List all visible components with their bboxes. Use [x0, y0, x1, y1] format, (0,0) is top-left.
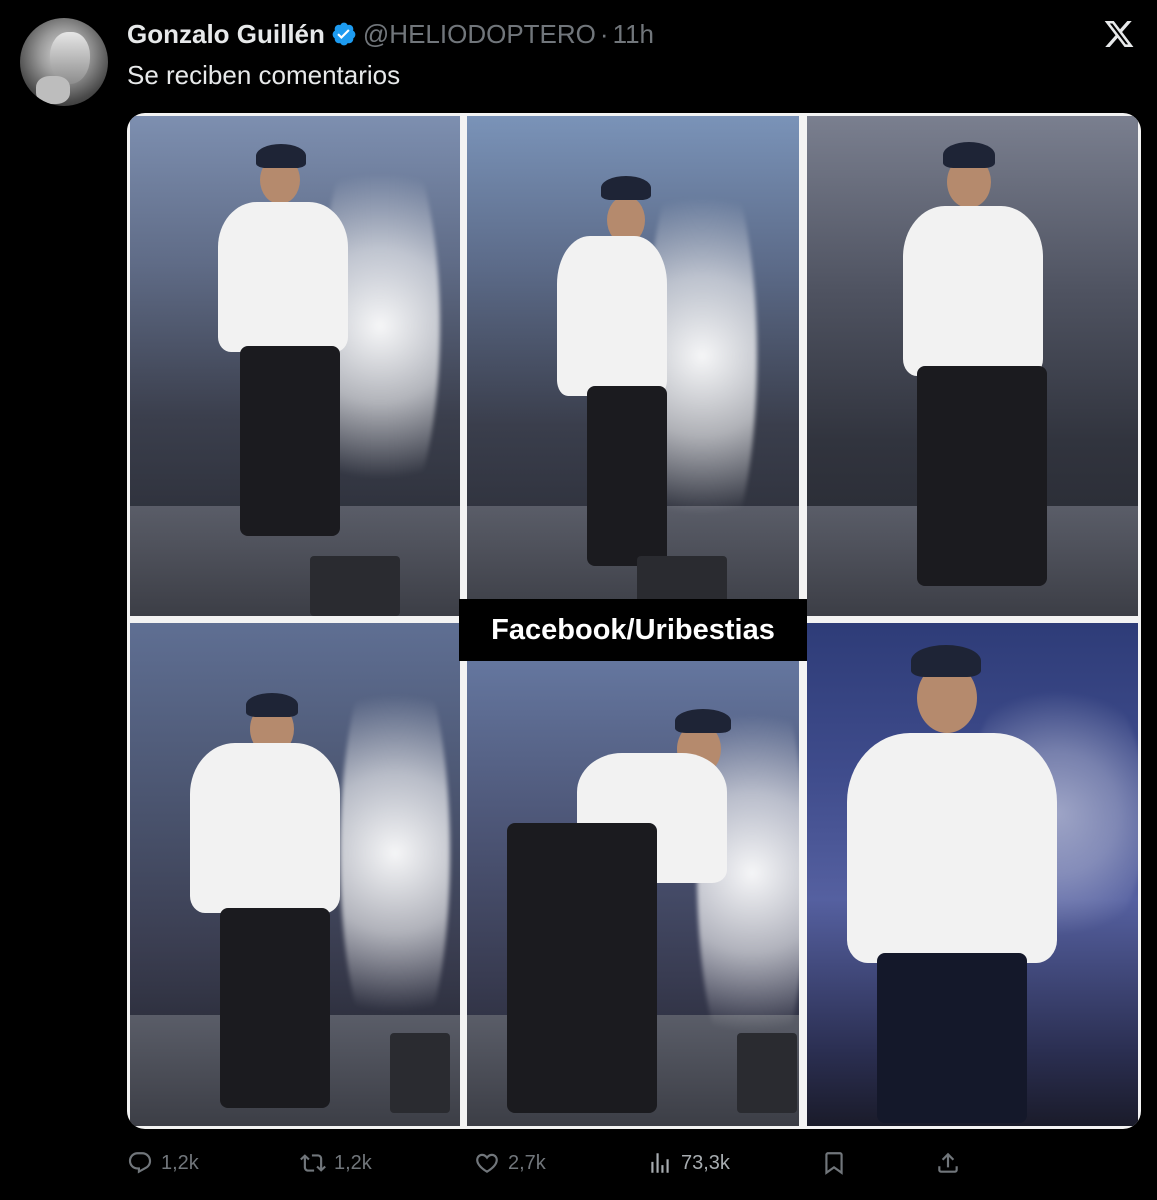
media-watermark: Facebook/Uribestias — [459, 599, 807, 661]
repost-icon — [300, 1154, 326, 1172]
repost-count: 1,2k — [334, 1151, 372, 1174]
photo-6 — [807, 623, 1138, 1126]
sparkler-box — [737, 1033, 797, 1113]
heart-icon — [476, 1153, 498, 1173]
tweet-actions: 1,2k 1,2k 2,7k 73,3k — [127, 1146, 967, 1180]
dancer-cap — [246, 693, 298, 717]
bookmark-icon — [825, 1152, 843, 1175]
photo-3 — [807, 116, 1138, 616]
photo-2 — [467, 116, 799, 616]
dancer-pants — [507, 823, 657, 1113]
model-jacket — [847, 733, 1057, 963]
dancer-cap — [943, 142, 995, 168]
author-name[interactable]: Gonzalo Guillén — [127, 19, 325, 50]
reply-count: 1,2k — [161, 1151, 199, 1174]
reply-icon — [128, 1152, 152, 1174]
photo-1 — [130, 116, 460, 616]
share-button[interactable] — [935, 1146, 961, 1180]
author-avatar[interactable] — [20, 18, 108, 106]
sparkler-box — [310, 556, 400, 616]
dancer-jacket — [218, 202, 348, 352]
sparkler-fountain — [340, 633, 450, 1073]
views-count: 73,3k — [681, 1151, 730, 1174]
header-separator: · — [599, 18, 609, 49]
dancer-pants — [587, 386, 667, 566]
share-icon — [938, 1152, 958, 1173]
dancer-pants — [240, 346, 340, 536]
tweet-timestamp[interactable]: 11h — [613, 19, 654, 50]
x-logo-icon[interactable] — [1103, 18, 1135, 50]
dancer-jacket — [903, 206, 1043, 376]
dancer-pants — [220, 908, 330, 1108]
reply-button[interactable]: 1,2k — [127, 1146, 199, 1180]
like-button[interactable]: 2,7k — [474, 1146, 546, 1180]
tweet-text: Se reciben comentarios — [127, 60, 401, 90]
dancer-jacket — [557, 236, 667, 396]
views-icon — [651, 1153, 669, 1173]
views-button[interactable]: 73,3k — [647, 1146, 730, 1180]
model-cap — [911, 645, 981, 677]
sparkler-box — [390, 1033, 450, 1113]
dancer-cap — [601, 176, 651, 200]
dancer-pants — [917, 366, 1047, 586]
tweet-header: Gonzalo Guillén @HELIODOPTERO · 11h — [127, 18, 654, 50]
tweet-media-collage[interactable]: Facebook/Uribestias — [127, 113, 1141, 1129]
bookmark-button[interactable] — [821, 1146, 847, 1180]
photo-4 — [130, 623, 460, 1126]
author-handle[interactable]: @HELIODOPTERO — [363, 19, 596, 50]
photo-5 — [467, 623, 799, 1126]
like-count: 2,7k — [508, 1151, 546, 1174]
avatar-hand — [36, 76, 70, 104]
verified-badge-icon — [332, 22, 356, 46]
dancer-cap — [675, 709, 731, 733]
dancer-jacket — [190, 743, 340, 913]
dancer-cap — [256, 144, 306, 168]
repost-button[interactable]: 1,2k — [300, 1146, 372, 1180]
model-pants — [877, 953, 1027, 1123]
